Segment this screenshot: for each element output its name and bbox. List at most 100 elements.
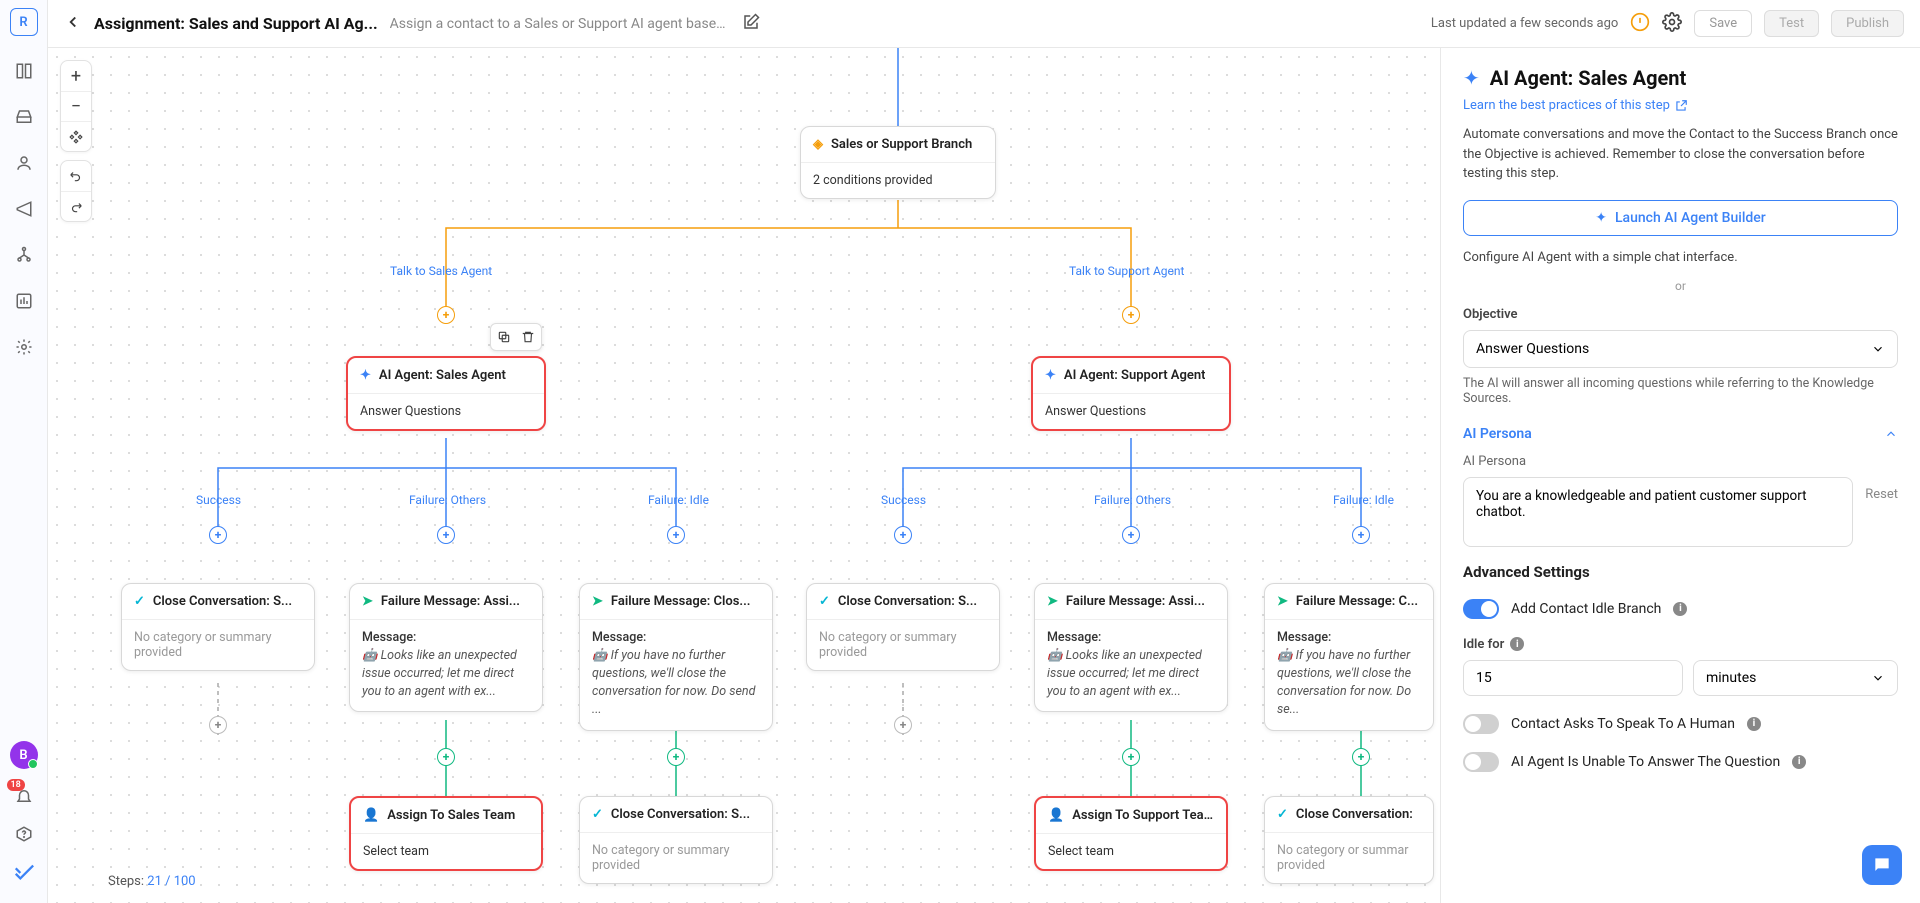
add-step-button[interactable]: + <box>894 716 912 734</box>
add-step-button[interactable]: + <box>437 306 455 324</box>
send-icon: ➤ <box>1277 594 1288 609</box>
add-step-button[interactable]: + <box>1352 526 1370 544</box>
add-step-button[interactable]: + <box>209 526 227 544</box>
toggle-label: AI Agent Is Unable To Answer The Questio… <box>1511 754 1780 770</box>
node-assign-support[interactable]: 👤Assign To Support Team Select team <box>1034 796 1228 871</box>
message-label: Message: <box>1277 630 1421 645</box>
ai-persona-label: AI Persona <box>1463 454 1898 469</box>
delete-icon[interactable] <box>519 328 537 346</box>
node-branch[interactable]: ◈Sales or Support Branch 2 conditions pr… <box>800 126 996 199</box>
node-failure-message[interactable]: ➤Failure Message: Assi... Message:🤖 Look… <box>1034 583 1228 712</box>
user-plus-icon: 👤 <box>1048 808 1064 823</box>
add-step-button[interactable]: + <box>894 526 912 544</box>
workspace-badge[interactable]: R <box>10 8 38 36</box>
ai-unable-answer-toggle[interactable] <box>1463 752 1499 772</box>
node-title: Sales or Support Branch <box>831 137 972 152</box>
node-body: No category or summary provided <box>580 833 772 883</box>
node-close-conversation[interactable]: ✓Close Conversation: No category or summ… <box>1264 796 1434 884</box>
info-icon[interactable]: i <box>1673 602 1687 616</box>
node-title: Failure Message: Assi... <box>381 594 520 609</box>
publish-button[interactable]: Publish <box>1831 10 1904 37</box>
node-assign-sales[interactable]: 👤Assign To Sales Team Select team <box>349 796 543 871</box>
node-title: Failure Message: Clos... <box>611 594 751 609</box>
add-contact-idle-branch-toggle[interactable] <box>1463 599 1499 619</box>
panel-description: Automate conversations and move the Cont… <box>1463 125 1898 184</box>
info-icon[interactable]: i <box>1510 637 1524 651</box>
add-step-button[interactable]: + <box>1122 526 1140 544</box>
check-icon: ✓ <box>592 807 603 822</box>
node-title: Close Conversation: <box>1296 807 1413 822</box>
ai-persona-textarea[interactable] <box>1463 477 1853 547</box>
save-button[interactable]: Save <box>1694 10 1752 37</box>
panel-title: AI Agent: Sales Agent <box>1490 66 1687 90</box>
redo-button[interactable] <box>61 191 91 221</box>
add-step-button[interactable]: + <box>209 716 227 734</box>
node-title: Assign To Sales Team <box>387 808 515 823</box>
logo-icon[interactable] <box>13 861 35 883</box>
node-close-conversation[interactable]: ✓Close Conversation: S... No category or… <box>579 796 773 884</box>
add-step-button[interactable]: + <box>667 748 685 766</box>
add-step-button[interactable]: + <box>1122 748 1140 766</box>
node-title: Close Conversation: S... <box>838 594 977 609</box>
edit-icon[interactable] <box>742 13 760 35</box>
steps-counter: Steps: 21 / 100 <box>108 874 196 889</box>
node-close-conversation[interactable]: ✓Close Conversation: S... No category or… <box>806 583 1000 671</box>
send-icon: ➤ <box>362 594 373 609</box>
reset-button[interactable]: Reset <box>1865 477 1898 502</box>
launch-ai-agent-builder-button[interactable]: ✦Launch AI Agent Builder <box>1463 200 1898 236</box>
info-icon[interactable]: i <box>1792 755 1806 769</box>
node-title: Failure Message: Assi... <box>1066 594 1205 609</box>
idle-unit-select[interactable]: minutes <box>1693 660 1898 696</box>
copy-icon[interactable] <box>495 328 513 346</box>
zoom-in-button[interactable]: + <box>61 61 91 91</box>
undo-button[interactable] <box>61 161 91 191</box>
user-avatar[interactable]: B <box>10 741 38 769</box>
branch-label: Failure: Others <box>403 491 492 509</box>
zoom-out-button[interactable]: − <box>61 91 91 121</box>
node-failure-message[interactable]: ➤Failure Message: Clos... Message:🤖 If y… <box>579 583 773 731</box>
node-subtitle: Answer Questions <box>1033 394 1229 429</box>
node-body: Select team <box>1036 834 1226 869</box>
settings-icon[interactable] <box>13 336 35 358</box>
broadcast-icon[interactable] <box>13 198 35 220</box>
divider-or: or <box>1463 279 1898 293</box>
node-failure-message[interactable]: ➤Failure Message: Assi... Message:🤖 Look… <box>349 583 543 712</box>
best-practices-link[interactable]: Learn the best practices of this step <box>1463 98 1898 113</box>
warning-icon[interactable] <box>1630 12 1650 36</box>
node-title: AI Agent: Support Agent <box>1064 368 1206 383</box>
notifications-icon[interactable]: 18 <box>13 785 35 807</box>
node-failure-message[interactable]: ➤Failure Message: C... Message:🤖 If you … <box>1264 583 1434 731</box>
last-updated: Last updated a few seconds ago <box>1431 16 1618 31</box>
info-icon[interactable]: i <box>1747 717 1761 731</box>
help-icon[interactable] <box>13 823 35 845</box>
gear-icon[interactable] <box>1662 12 1682 36</box>
ai-persona-section-header[interactable]: AI Persona <box>1463 426 1898 442</box>
node-close-conversation[interactable]: ✓Close Conversation: S... No category or… <box>121 583 315 671</box>
add-step-button[interactable]: + <box>437 748 455 766</box>
floating-help-button[interactable] <box>1862 845 1902 885</box>
fit-view-button[interactable] <box>61 121 91 151</box>
add-step-button[interactable]: + <box>667 526 685 544</box>
notification-count: 18 <box>7 779 25 791</box>
reports-icon[interactable] <box>13 290 35 312</box>
node-ai-support-agent[interactable]: ✦AI Agent: Support Agent Answer Question… <box>1031 356 1231 431</box>
objective-select[interactable]: Answer Questions <box>1463 330 1898 368</box>
workflows-icon[interactable] <box>13 244 35 266</box>
add-step-button[interactable]: + <box>437 526 455 544</box>
back-button[interactable] <box>64 13 82 35</box>
panels-icon[interactable] <box>13 60 35 82</box>
external-link-icon <box>1674 99 1688 113</box>
objective-hint: The AI will answer all incoming question… <box>1463 376 1898 406</box>
inbox-icon[interactable] <box>13 106 35 128</box>
contacts-icon[interactable] <box>13 152 35 174</box>
page-description: Assign a contact to a Sales or Support A… <box>390 16 730 32</box>
add-step-button[interactable]: + <box>1122 306 1140 324</box>
add-step-button[interactable]: + <box>1352 748 1370 766</box>
workflow-canvas[interactable]: + − <box>48 48 1440 903</box>
node-title: AI Agent: Sales Agent <box>379 368 506 383</box>
test-button[interactable]: Test <box>1764 10 1819 37</box>
user-plus-icon: 👤 <box>363 808 379 823</box>
node-ai-sales-agent[interactable]: ✦AI Agent: Sales Agent Answer Questions <box>346 356 546 431</box>
idle-duration-input[interactable] <box>1463 660 1683 696</box>
contact-asks-human-toggle[interactable] <box>1463 714 1499 734</box>
